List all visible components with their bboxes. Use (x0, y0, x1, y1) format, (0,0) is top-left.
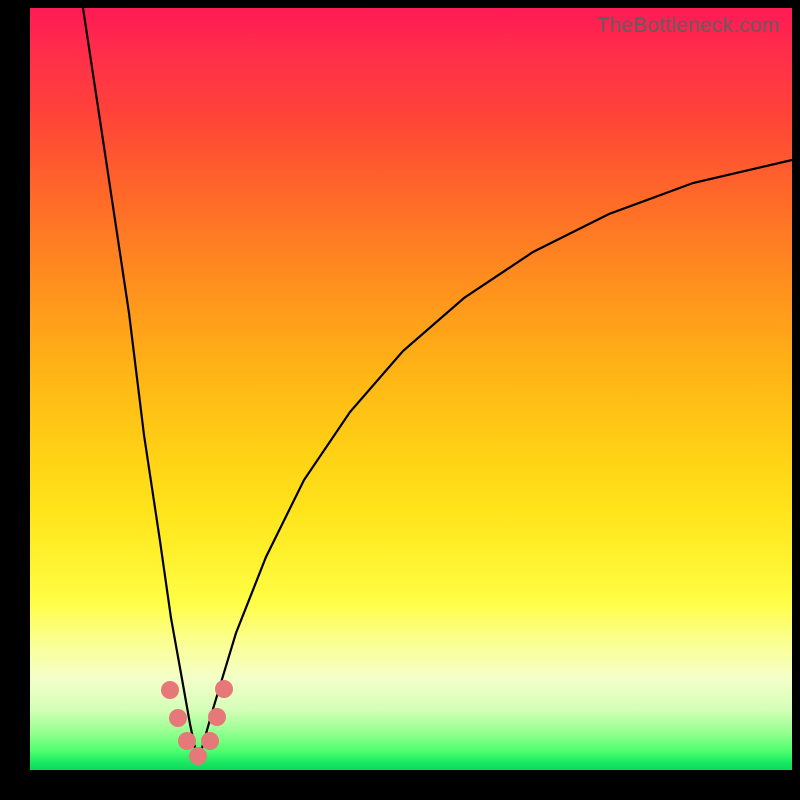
marker-dot (201, 732, 219, 750)
marker-dot (189, 747, 207, 765)
curve-right-branch (198, 160, 792, 762)
curve-layer (30, 8, 792, 770)
chart-frame: TheBottleneck.com (0, 0, 800, 800)
marker-dot (169, 709, 187, 727)
marker-dot (208, 708, 226, 726)
marker-dot (215, 680, 233, 698)
marker-dot (161, 681, 179, 699)
plot-area: TheBottleneck.com (30, 8, 792, 770)
curve-left-branch (83, 8, 198, 762)
marker-dot (178, 732, 196, 750)
